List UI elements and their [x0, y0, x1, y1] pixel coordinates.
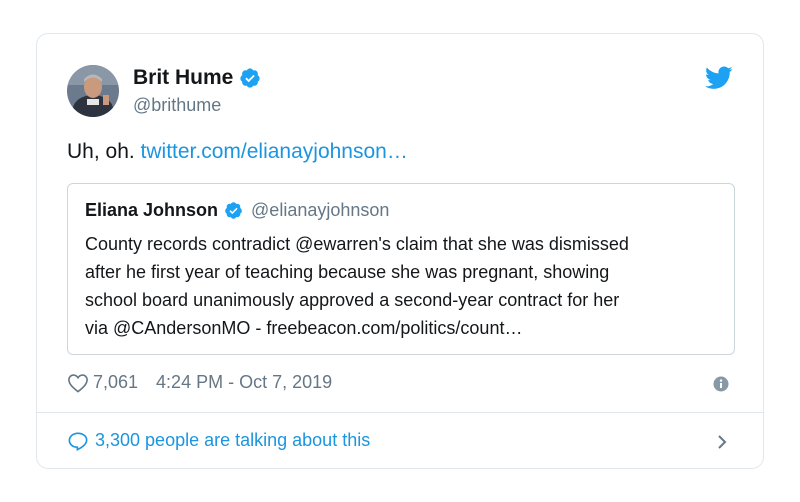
- tweet-link[interactable]: twitter.com/elianayjohnson…: [141, 140, 408, 163]
- info-icon[interactable]: [713, 376, 729, 392]
- author-name[interactable]: Brit Hume: [133, 66, 233, 90]
- heart-icon[interactable]: [67, 373, 89, 393]
- speech-bubble-icon: [67, 431, 89, 451]
- quoted-text-line: County records contradict @ewarren's cla…: [85, 234, 629, 254]
- quoted-text-line: after he first year of teaching because …: [85, 262, 610, 282]
- verified-badge-icon: [239, 67, 261, 89]
- quoted-text-line: school board unanimously approved a seco…: [85, 290, 620, 310]
- avatar-image: [67, 65, 119, 117]
- tweet-text-prefix: Uh, oh.: [67, 140, 141, 163]
- quoted-author-handle: @elianayjohnson: [251, 200, 390, 220]
- quoted-text-line: via @CAndersonMO - freebeacon.com/politi…: [85, 318, 523, 338]
- verified-badge-icon: [224, 201, 243, 220]
- quoted-tweet-body: County records contradict @ewarren's cla…: [85, 230, 725, 342]
- quoted-author-name: Eliana Johnson: [85, 200, 219, 220]
- quoted-tweet[interactable]: Eliana Johnson @elianayjohnson County re…: [67, 183, 735, 355]
- author-handle[interactable]: @brithume: [133, 95, 221, 116]
- tweet-text: Uh, oh. twitter.com/elianayjohnson…: [67, 140, 408, 164]
- twitter-bird-icon[interactable]: [705, 66, 733, 90]
- author-name-row[interactable]: Brit Hume: [133, 66, 261, 90]
- quoted-tweet-header: Eliana Johnson @elianayjohnson: [85, 200, 389, 221]
- conversation-link[interactable]: 3,300 people are talking about this: [67, 430, 370, 451]
- chevron-right-icon[interactable]: [715, 432, 729, 452]
- tweet-card[interactable]: Brit Hume @brithume Uh, oh. twitter.com/…: [36, 33, 764, 469]
- like-count[interactable]: 7,061: [93, 372, 138, 393]
- talking-count-label[interactable]: 3,300 people are talking about this: [95, 430, 370, 451]
- author-avatar[interactable]: [67, 65, 119, 117]
- divider: [37, 412, 763, 413]
- tweet-timestamp[interactable]: 4:24 PM - Oct 7, 2019: [156, 372, 332, 393]
- tweet-meta: 7,061 4:24 PM - Oct 7, 2019: [67, 372, 332, 393]
